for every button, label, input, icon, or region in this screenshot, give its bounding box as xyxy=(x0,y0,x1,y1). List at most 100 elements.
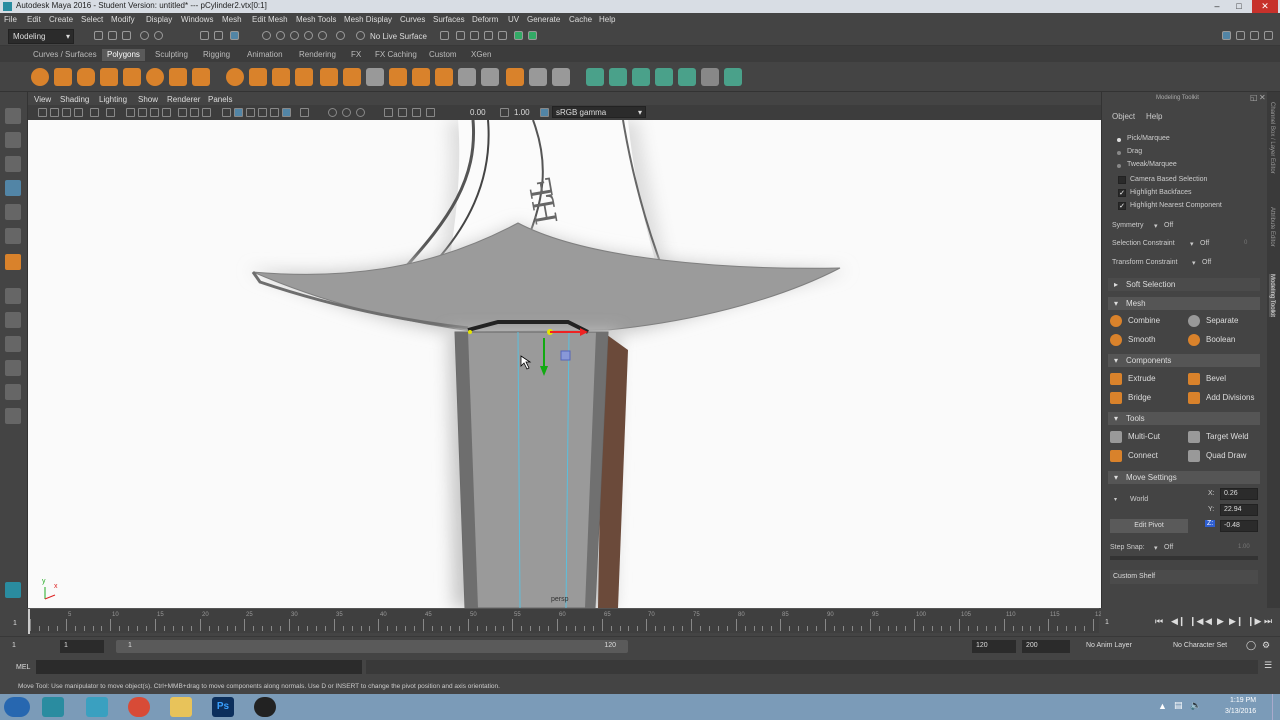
undo-icon[interactable] xyxy=(140,31,149,40)
xray-icon[interactable] xyxy=(282,108,291,117)
safe-title-icon[interactable] xyxy=(202,108,211,117)
quad-draw-button[interactable]: Quad Draw xyxy=(1186,447,1260,465)
boolean-button[interactable]: Boolean xyxy=(1186,331,1260,349)
maya-taskbar-icon[interactable] xyxy=(42,697,64,717)
current-frame-field[interactable]: 1 xyxy=(1105,619,1109,626)
panel-menu-view[interactable]: View xyxy=(34,95,51,104)
anim-layer-dropdown[interactable]: No Anim Layer xyxy=(1086,642,1132,649)
unity-taskbar-icon[interactable] xyxy=(254,697,276,717)
edit-pivot-button[interactable]: Edit Pivot xyxy=(1110,519,1188,533)
show-desktop-button[interactable] xyxy=(1272,694,1280,720)
poly-plane-icon[interactable] xyxy=(123,68,141,86)
toolkit-scrollbar[interactable] xyxy=(1110,556,1258,560)
image-plane-icon[interactable] xyxy=(74,108,83,117)
make-live-icon[interactable] xyxy=(356,31,365,40)
panel-menu-renderer[interactable]: Renderer xyxy=(167,95,200,104)
move-tool-icon[interactable] xyxy=(5,180,21,196)
float-panel-icon[interactable]: ◱ xyxy=(1250,93,1258,102)
hypershade-layout-icon[interactable] xyxy=(5,384,21,400)
menu-mesh-tools[interactable]: Mesh Tools xyxy=(296,15,336,24)
menu-surfaces[interactable]: Surfaces xyxy=(433,15,465,24)
step-forward-key-icon[interactable]: ❙▶ xyxy=(1247,616,1261,627)
ipr-render-icon[interactable] xyxy=(470,31,479,40)
minimize-button[interactable]: – xyxy=(1206,0,1228,13)
snap-curve-icon[interactable] xyxy=(276,31,285,40)
menu-generate[interactable]: Generate xyxy=(527,15,560,24)
menu-cache[interactable]: Cache xyxy=(569,15,592,24)
save-scene-icon[interactable] xyxy=(122,31,131,40)
xray-joints-icon[interactable] xyxy=(398,108,407,117)
soft-selection-header[interactable]: ▸ Soft Selection xyxy=(1108,278,1260,291)
rotate-tool-icon[interactable] xyxy=(5,204,21,220)
snap-live-icon[interactable] xyxy=(336,31,345,40)
wireframe-on-shaded-icon[interactable] xyxy=(246,108,255,117)
menu-edit-mesh[interactable]: Edit Mesh xyxy=(252,15,288,24)
shelf-tab-custom[interactable]: Custom xyxy=(424,49,462,61)
shelf-tab-rigging[interactable]: Rigging xyxy=(198,49,235,61)
fill-hole-icon[interactable] xyxy=(506,68,524,86)
menu-mesh-display[interactable]: Mesh Display xyxy=(344,15,392,24)
camera-based-selection-checkbox[interactable] xyxy=(1118,176,1126,184)
resolution-gate-icon[interactable] xyxy=(150,108,159,117)
separate-button[interactable]: Separate xyxy=(1186,312,1260,330)
start-button-icon[interactable] xyxy=(4,697,30,717)
film-gate-icon[interactable] xyxy=(138,108,147,117)
layout-icon[interactable] xyxy=(1222,31,1231,40)
poly-sphere-icon[interactable] xyxy=(31,68,49,86)
range-slider[interactable]: 1 120 xyxy=(116,640,628,653)
multi-cut-button[interactable]: Multi-Cut xyxy=(1108,428,1182,446)
spherical-mapping-icon[interactable] xyxy=(632,68,650,86)
scale-tool-icon[interactable] xyxy=(5,228,21,244)
clock-time[interactable]: 1:19 PM xyxy=(1230,697,1256,704)
playback-end-field[interactable]: 120 xyxy=(972,640,1016,653)
highlight-backfaces-checkbox[interactable]: ✓ xyxy=(1118,189,1126,197)
go-to-end-icon[interactable]: ⏭ xyxy=(1264,616,1272,627)
2d-pan-zoom-icon[interactable] xyxy=(90,108,99,117)
motion-blur-icon[interactable] xyxy=(342,108,351,117)
y-field[interactable]: 22.94 xyxy=(1220,504,1258,516)
shelf-tab-sculpting[interactable]: Sculpting xyxy=(150,49,193,61)
go-to-start-icon[interactable]: ⏮ xyxy=(1155,616,1163,627)
chrome-taskbar-icon[interactable] xyxy=(128,697,150,717)
current-time-marker[interactable] xyxy=(28,609,30,634)
smooth-button[interactable]: Smooth xyxy=(1108,331,1182,349)
connect-button[interactable]: Connect xyxy=(1108,447,1182,465)
shadows-icon[interactable] xyxy=(300,108,309,117)
menu-help[interactable]: Help xyxy=(599,15,615,24)
bevel-button[interactable]: Bevel xyxy=(1186,370,1260,388)
multi-cut-icon[interactable] xyxy=(366,68,384,86)
animation-end-field[interactable]: 200 xyxy=(1022,640,1070,653)
combine-icon[interactable] xyxy=(226,68,244,86)
merge-icon[interactable] xyxy=(529,68,547,86)
menu-create[interactable]: Create xyxy=(49,15,73,24)
manipulator-plane-handle[interactable] xyxy=(560,350,571,361)
menu-select[interactable]: Select xyxy=(81,15,103,24)
cut-uv-icon[interactable] xyxy=(724,68,742,86)
gamma-field[interactable]: 1.00 xyxy=(514,108,530,117)
panel-menu-shading[interactable]: Shading xyxy=(60,95,89,104)
wireframe-icon[interactable] xyxy=(222,108,231,117)
colorspace-dropdown[interactable]: sRGB gamma ▾ xyxy=(552,106,646,118)
poly-cube-icon[interactable] xyxy=(54,68,72,86)
panel-menu-lighting[interactable]: Lighting xyxy=(99,95,127,104)
camera-attributes-icon[interactable] xyxy=(50,108,59,117)
gamma-icon[interactable] xyxy=(500,108,509,117)
automatic-mapping-icon[interactable] xyxy=(655,68,673,86)
add-divisions-button[interactable]: Add Divisions xyxy=(1186,389,1260,407)
offset-edge-loop-icon[interactable] xyxy=(481,68,499,86)
space-arrow-icon[interactable]: ▾ xyxy=(1114,496,1117,503)
animation-prefs-icon[interactable]: ⚙ xyxy=(1262,640,1270,651)
shelf-tab-xgen[interactable]: XGen xyxy=(466,49,496,61)
play-forwards-icon[interactable]: ▶ xyxy=(1217,616,1224,627)
select-hierarchy-icon[interactable] xyxy=(200,31,209,40)
smooth-shade-icon[interactable] xyxy=(234,108,243,117)
network-icon[interactable]: ▤ xyxy=(1174,700,1183,711)
volume-icon[interactable]: 🔈 xyxy=(1190,700,1201,711)
symmetry-dropdown-arrow-icon[interactable]: ▾ xyxy=(1154,222,1158,230)
move-settings-header[interactable]: ▾ Move Settings xyxy=(1108,471,1260,484)
tools-section-header[interactable]: ▾ Tools xyxy=(1108,412,1260,425)
panel-menu-panels[interactable]: Panels xyxy=(208,95,232,104)
uv-layout-icon[interactable] xyxy=(5,408,21,424)
insert-edge-loop-icon[interactable] xyxy=(458,68,476,86)
space-value[interactable]: World xyxy=(1130,496,1148,503)
